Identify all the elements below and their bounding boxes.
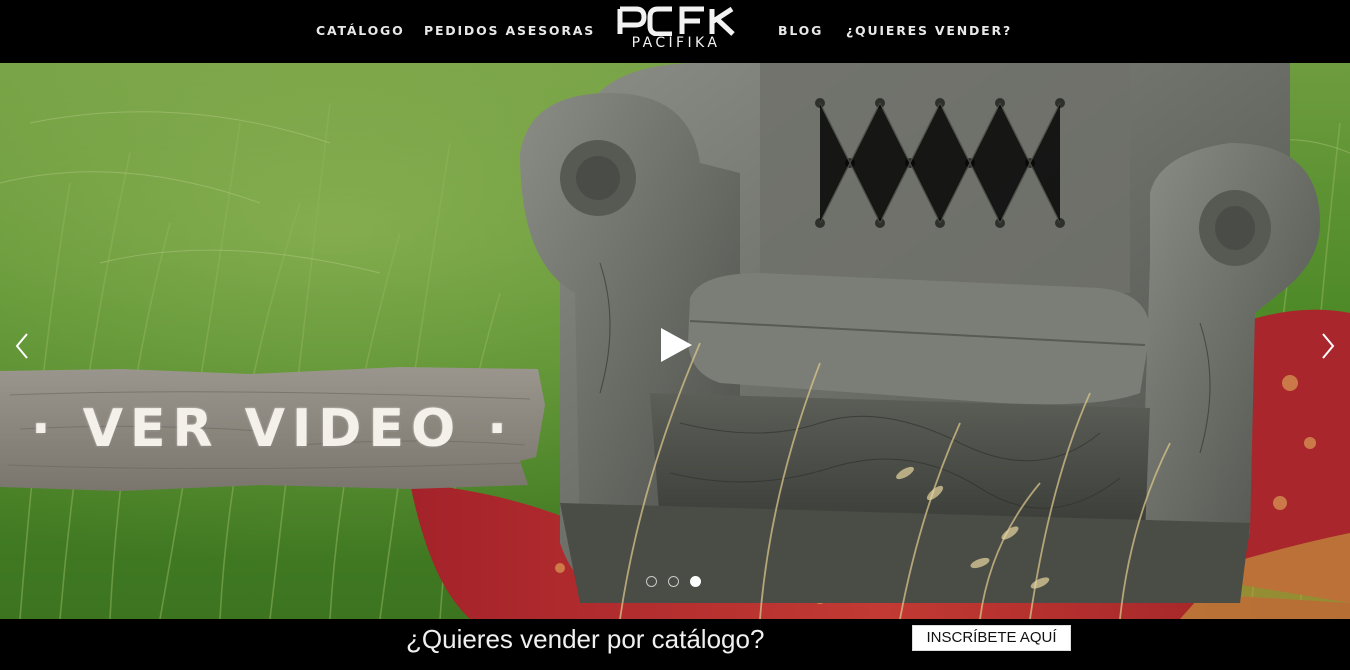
chevron-right-icon[interactable]	[1316, 331, 1338, 361]
top-navigation: CATÁLOGO PEDIDOS ASESORAS PACIFIKA BLOG …	[0, 0, 1350, 63]
slide-dot-2[interactable]	[668, 576, 679, 587]
nav-link-catalogo[interactable]: CATÁLOGO	[316, 0, 405, 63]
chevron-left-icon[interactable]	[12, 331, 34, 361]
nav-link-blog[interactable]: BLOG	[778, 0, 823, 63]
nav-link-pedidos-asesoras[interactable]: PEDIDOS ASESORAS	[424, 0, 595, 63]
nav-link-quieres-vender[interactable]: ¿QUIERES VENDER?	[846, 0, 1012, 63]
logo-mark	[617, 6, 735, 36]
ver-video-label: · VER VIDEO ·	[30, 399, 515, 459]
inscribete-button[interactable]: INSCRÍBETE AQUÍ	[912, 625, 1071, 651]
logo-wordmark: PACIFIKA	[631, 35, 721, 51]
slide-dot-1[interactable]	[646, 576, 657, 587]
pacifika-logo[interactable]: PACIFIKA	[614, 6, 738, 56]
promo-bar: ¿Quieres vender por catálogo? INSCRÍBETE…	[0, 619, 1350, 670]
promo-text: ¿Quieres vender por catálogo?	[406, 624, 765, 654]
slide-indicators	[646, 576, 701, 590]
ver-video-banner[interactable]: · VER VIDEO ·	[0, 365, 545, 493]
slide-dot-3[interactable]	[690, 576, 701, 587]
play-icon[interactable]	[656, 325, 696, 365]
hero-slider: · VER VIDEO ·	[0, 63, 1350, 619]
